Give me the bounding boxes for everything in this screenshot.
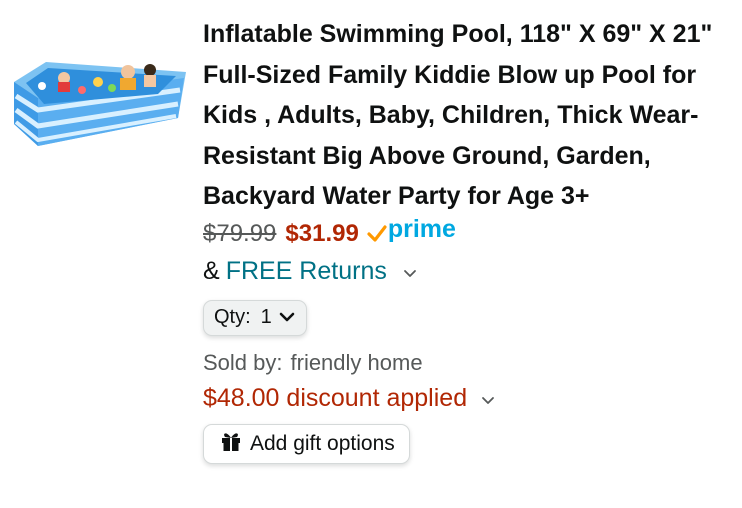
returns-row: & FREE Returns bbox=[203, 254, 735, 290]
product-title[interactable]: Inflatable Swimming Pool, 118" X 69" X 2… bbox=[203, 14, 735, 217]
quantity-dropdown[interactable]: Qty: 1 bbox=[203, 299, 307, 336]
gift-icon bbox=[220, 430, 242, 458]
product-info: Inflatable Swimming Pool, 118" X 69" X 2… bbox=[203, 14, 735, 464]
returns-prefix: & bbox=[203, 257, 220, 285]
free-returns-link[interactable]: FREE Returns bbox=[226, 257, 387, 286]
prime-label: prime bbox=[387, 215, 456, 243]
sold-by-row: Sold by: friendly home bbox=[203, 346, 735, 380]
chevron-down-icon[interactable] bbox=[403, 257, 417, 286]
qty-value: 1 bbox=[260, 306, 272, 328]
discount-text[interactable]: $48.00 discount applied bbox=[203, 384, 467, 413]
prime-badge: prime bbox=[367, 215, 456, 244]
chevron-down-icon[interactable] bbox=[481, 384, 495, 413]
price-row: $79.99 $31.99 prime bbox=[203, 215, 735, 251]
pool-image-graphic bbox=[14, 62, 186, 146]
seller-name: friendly home bbox=[290, 349, 423, 375]
prime-check-icon bbox=[367, 224, 387, 242]
list-price: $79.99 bbox=[203, 219, 277, 247]
chevron-down-icon bbox=[278, 306, 296, 329]
sale-price: $31.99 bbox=[285, 219, 359, 247]
product-image[interactable] bbox=[8, 38, 188, 156]
discount-row[interactable]: $48.00 discount applied bbox=[203, 380, 735, 418]
sold-by-label: Sold by: bbox=[203, 349, 283, 375]
qty-label: Qty: bbox=[214, 306, 251, 328]
add-gift-options-button[interactable]: Add gift options bbox=[203, 423, 410, 464]
gift-label: Add gift options bbox=[250, 431, 395, 455]
